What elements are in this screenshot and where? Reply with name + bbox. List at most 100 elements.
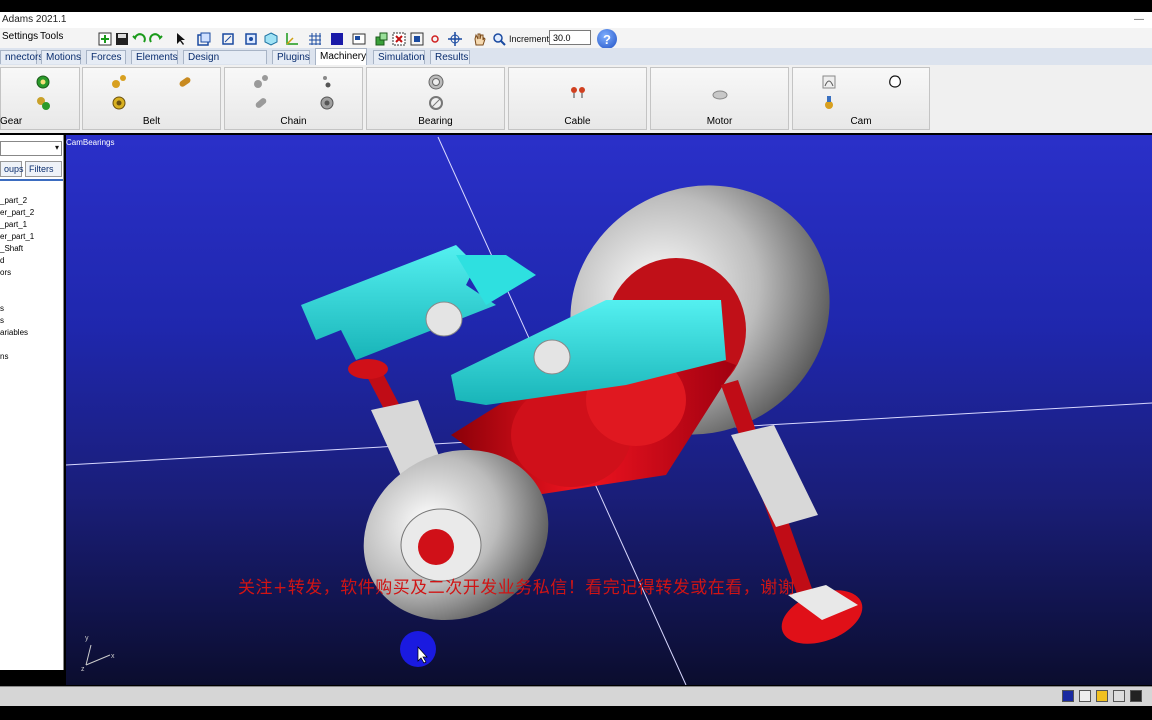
cam-icon[interactable] bbox=[887, 74, 903, 90]
cable-icon[interactable] bbox=[570, 84, 586, 100]
cam-mechanism-model[interactable]: y x z bbox=[66, 135, 1152, 685]
tab-design-exploration[interactable]: Design Exploration bbox=[183, 50, 267, 77]
tree-item[interactable]: _part_2 bbox=[0, 196, 27, 205]
cam-profile-icon[interactable] bbox=[821, 74, 837, 90]
ribbon-group-label-cam: Cam bbox=[850, 116, 872, 127]
triad-z-label: z bbox=[81, 666, 85, 673]
watermark-text: 关注+转发，软件购买及二次开发业务私信！看完记得转发或在看，谢谢 bbox=[238, 578, 796, 598]
increment-label: Increment bbox=[509, 34, 550, 44]
triad-x-label: x bbox=[111, 653, 115, 660]
belt-icon[interactable] bbox=[177, 74, 193, 90]
help-button[interactable]: ? bbox=[597, 29, 617, 49]
gear-pair-icon[interactable] bbox=[35, 95, 51, 111]
ribbon-group-cable: Cable bbox=[508, 67, 647, 130]
tree-item[interactable]: er_part_1 bbox=[0, 232, 34, 241]
status-plot-icon[interactable] bbox=[1079, 690, 1091, 702]
filters-button[interactable]: Filters bbox=[25, 161, 62, 177]
ribbon-group-label-belt: Belt bbox=[142, 116, 161, 127]
tab-motions[interactable]: Motions bbox=[41, 50, 81, 64]
select-mode-icon[interactable] bbox=[391, 31, 406, 46]
tree-item[interactable]: s bbox=[0, 304, 4, 313]
ribbon-group-belt: Belt bbox=[82, 67, 221, 130]
new-model-icon[interactable] bbox=[97, 31, 112, 46]
status-select-icon[interactable] bbox=[1130, 690, 1142, 702]
bearing-detail-icon[interactable] bbox=[428, 95, 444, 111]
sprocket-icon[interactable] bbox=[253, 74, 269, 90]
triad-y-label: y bbox=[85, 635, 89, 642]
point-icon[interactable] bbox=[427, 31, 442, 46]
tree-item[interactable]: s bbox=[0, 316, 4, 325]
tree-item[interactable]: ns bbox=[0, 352, 8, 361]
tree-item[interactable]: ariables bbox=[0, 328, 28, 337]
render-mode-icon[interactable] bbox=[329, 31, 344, 46]
iso-view-icon[interactable] bbox=[263, 31, 278, 46]
ribbon-group-label-bearing: Bearing bbox=[418, 116, 453, 127]
tree-item[interactable]: er_part_2 bbox=[0, 208, 34, 217]
valve-guide-right[interactable] bbox=[731, 425, 818, 527]
save-icon[interactable] bbox=[114, 31, 129, 46]
tree-item[interactable]: ors bbox=[0, 268, 11, 277]
bearing-icon[interactable] bbox=[428, 74, 444, 90]
menu-tools[interactable]: Tools bbox=[40, 31, 63, 42]
status-table-icon[interactable] bbox=[1113, 690, 1125, 702]
coordinate-triad bbox=[85, 644, 111, 666]
pan-hand-icon[interactable] bbox=[471, 31, 486, 46]
ribbon-group-motor: Motor bbox=[650, 67, 789, 130]
bearing-hub-front[interactable] bbox=[418, 529, 454, 565]
tab-connectors[interactable]: nnectors bbox=[0, 50, 43, 64]
redo-icon[interactable] bbox=[148, 31, 163, 46]
tree-item[interactable]: d bbox=[0, 256, 4, 265]
rocker-pivot-left[interactable] bbox=[425, 301, 463, 337]
select-arrow-icon[interactable] bbox=[173, 31, 188, 46]
center-view-icon[interactable] bbox=[243, 31, 258, 46]
minimize-icon[interactable]: — bbox=[1134, 14, 1144, 25]
belt-pulley-icon[interactable] bbox=[111, 74, 127, 90]
grid-icon[interactable] bbox=[307, 31, 322, 46]
axes-icon[interactable] bbox=[284, 31, 299, 46]
ribbon-group-label-chain: Chain bbox=[280, 116, 307, 127]
chain-link-icon[interactable] bbox=[319, 74, 335, 90]
motor-icon[interactable] bbox=[712, 86, 728, 102]
screen-bottom-border bbox=[0, 706, 1152, 720]
ribbon-group-bearing: Bearing bbox=[366, 67, 505, 130]
increment-input[interactable] bbox=[549, 30, 591, 45]
status-info-icon[interactable] bbox=[1096, 690, 1108, 702]
tab-machinery[interactable]: Machinery bbox=[315, 48, 367, 65]
pulley-icon[interactable] bbox=[111, 95, 127, 111]
rocker-pivot-right[interactable] bbox=[533, 339, 571, 375]
rotate-icon[interactable] bbox=[447, 31, 462, 46]
part-icon[interactable] bbox=[373, 31, 388, 46]
chevron-down-icon: ▾ bbox=[54, 143, 59, 152]
cam-follower-icon[interactable] bbox=[821, 95, 837, 111]
tab-elements[interactable]: Elements bbox=[131, 50, 178, 64]
zoom-icon[interactable] bbox=[491, 31, 506, 46]
tab-simulation[interactable]: Simulation bbox=[373, 50, 425, 64]
groups-button[interactable]: oups bbox=[0, 161, 24, 177]
chain-sprocket-icon[interactable] bbox=[319, 95, 335, 111]
ribbon-group-gear: Gear bbox=[0, 67, 80, 130]
tab-results[interactable]: Results bbox=[430, 50, 470, 64]
fit-view-icon[interactable] bbox=[220, 31, 235, 46]
chain-icon[interactable] bbox=[253, 95, 269, 111]
zoom-box-icon[interactable] bbox=[196, 31, 211, 46]
ribbon-group-label-gear: Gear bbox=[0, 116, 23, 127]
valve-cap-left[interactable] bbox=[348, 359, 388, 379]
status-bar bbox=[0, 686, 1152, 707]
panel-divider bbox=[0, 179, 63, 181]
window-layout-icon[interactable] bbox=[351, 31, 366, 46]
screen-top-border bbox=[0, 0, 1152, 12]
ribbon-group-chain: Chain bbox=[224, 67, 363, 130]
toggle-icon[interactable] bbox=[409, 31, 424, 46]
status-toggle-icon[interactable] bbox=[1062, 690, 1074, 702]
tab-plugins[interactable]: Plugins bbox=[272, 50, 310, 64]
tree-item[interactable]: _Shaft bbox=[0, 244, 23, 253]
gear-icon[interactable] bbox=[35, 74, 51, 90]
tab-forces[interactable]: Forces bbox=[86, 50, 126, 64]
ribbon-group-cam: Cam bbox=[792, 67, 930, 130]
ribbon-group-label-motor: Motor bbox=[706, 116, 733, 127]
ribbon-group-label-cable: Cable bbox=[564, 116, 591, 127]
browser-select[interactable]: ▾ bbox=[0, 141, 62, 156]
tree-item[interactable]: _part_1 bbox=[0, 220, 27, 229]
menu-settings[interactable]: Settings bbox=[2, 31, 38, 42]
undo-icon[interactable] bbox=[131, 31, 146, 46]
